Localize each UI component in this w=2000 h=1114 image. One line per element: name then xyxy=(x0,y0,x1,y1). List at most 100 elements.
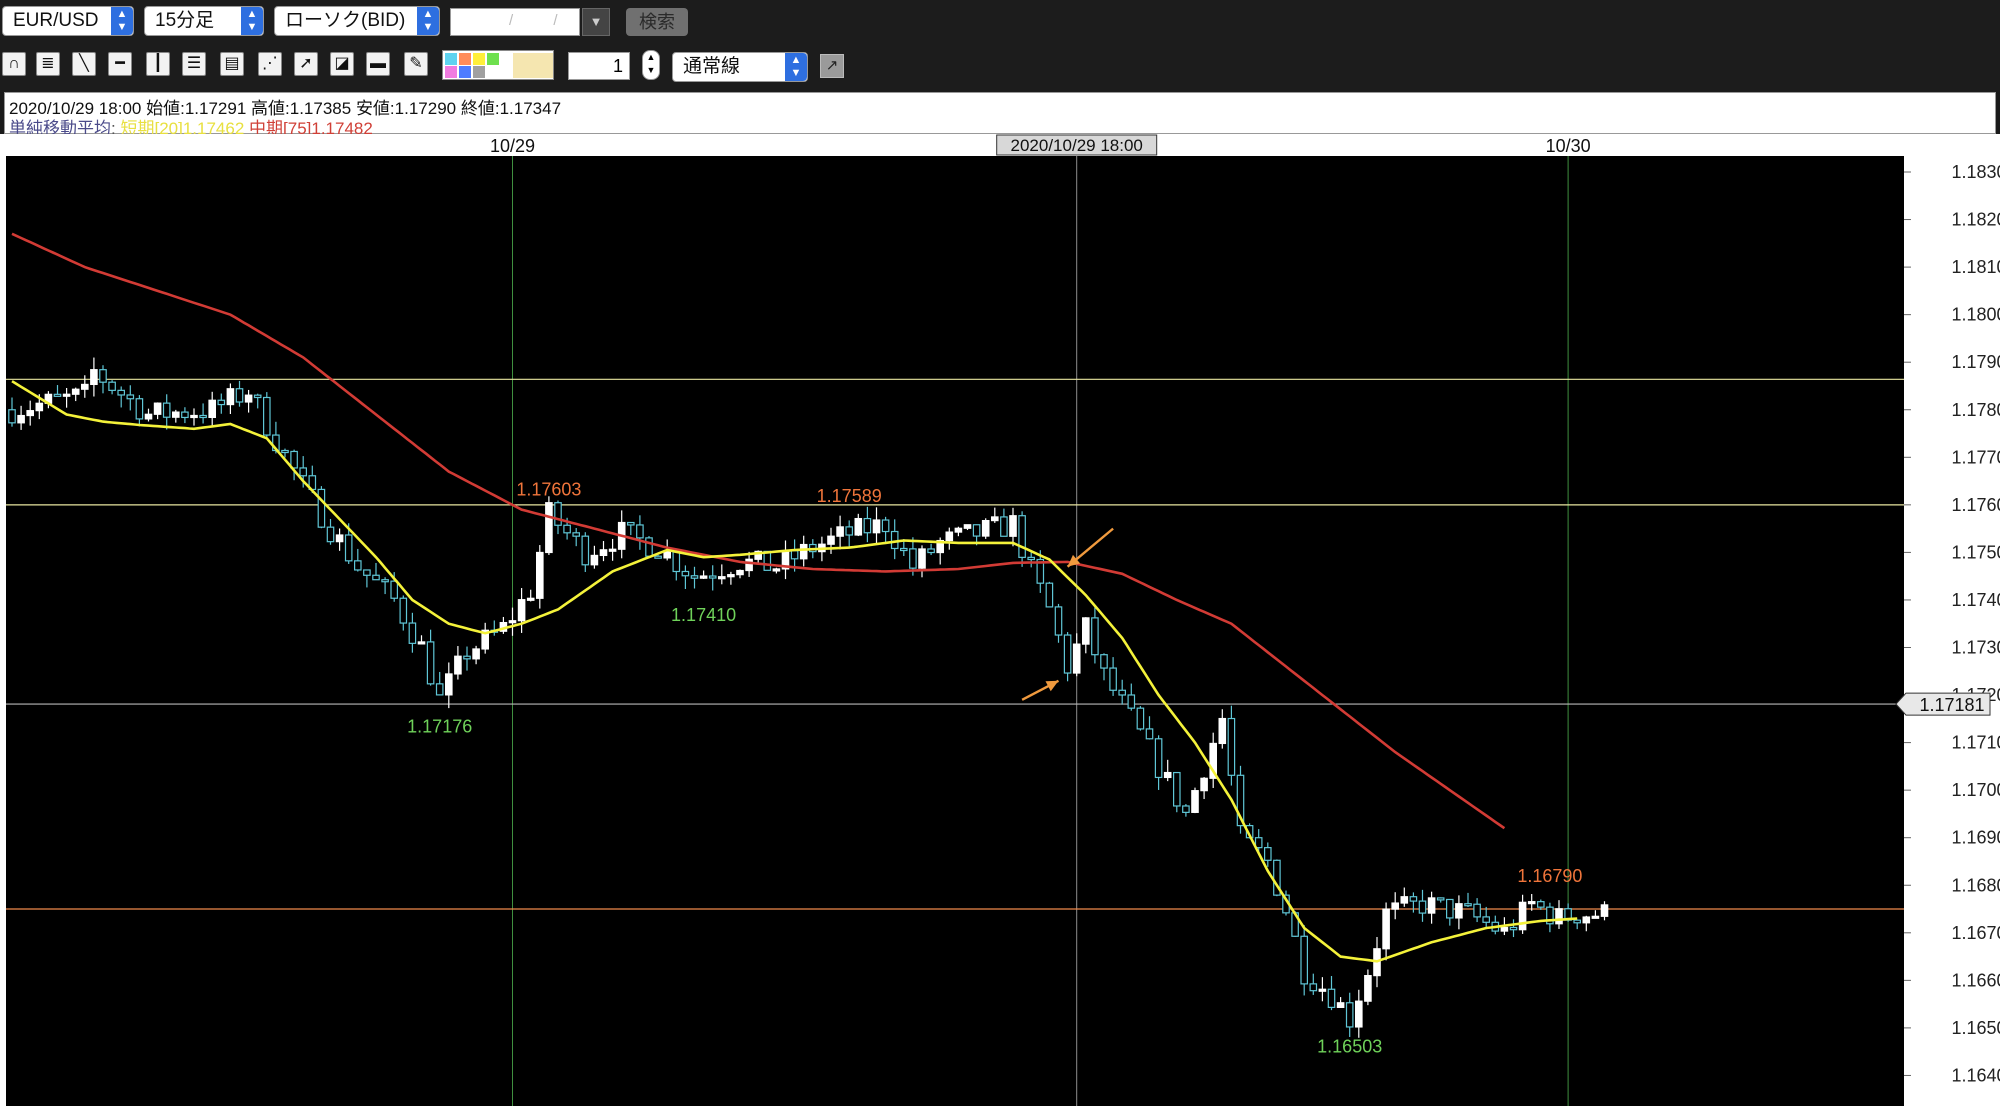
candle-body xyxy=(363,569,371,576)
y-tick-label: 1.16600 xyxy=(1951,970,2000,990)
candle-body xyxy=(799,543,808,560)
channel-tool-button[interactable]: ▤ xyxy=(220,52,244,76)
diagonal-line-icon: ╲ xyxy=(79,55,89,72)
chart-type-select[interactable]: ローソク(BID) ▲ ▼ xyxy=(274,6,440,36)
candle-body xyxy=(1100,654,1108,669)
candle-body xyxy=(1400,896,1409,904)
candle-body xyxy=(554,502,562,526)
candle-body xyxy=(1473,903,1481,918)
candle-body xyxy=(1027,556,1036,561)
line-type-select-label: 通常線 xyxy=(683,56,741,77)
candle-body xyxy=(1263,847,1272,861)
candle-body xyxy=(717,576,726,580)
search-button[interactable]: 検索 xyxy=(626,8,688,36)
color-swatch[interactable] xyxy=(487,53,499,65)
candle-body xyxy=(963,524,972,529)
candle-body xyxy=(299,467,308,477)
trendline-tool-button[interactable]: ╲ xyxy=(72,52,96,76)
candle-body xyxy=(1118,689,1127,696)
candle-body xyxy=(417,641,426,645)
fibonacci-tool-button[interactable]: ☰ xyxy=(182,52,206,76)
candle-body xyxy=(1145,728,1154,740)
candle-body xyxy=(454,655,462,675)
candle-body xyxy=(1009,515,1017,537)
color-swatch[interactable] xyxy=(473,66,485,78)
candle-body xyxy=(863,517,872,534)
y-tick-label: 1.16500 xyxy=(1951,1018,2000,1038)
color-swatch[interactable] xyxy=(445,53,457,65)
price-annotation: 1.17176 xyxy=(407,716,472,736)
timeframe-select[interactable]: 15分足 ▲ ▼ xyxy=(144,6,264,36)
y-tick-label: 1.17800 xyxy=(1951,400,2000,420)
stepper-arrows-icon: ▲ ▼ xyxy=(646,52,656,75)
fibonacci-icon: ☰ xyxy=(186,55,202,72)
candle-body xyxy=(190,414,198,419)
candle-body xyxy=(845,526,854,536)
hline-tool-button[interactable]: ━ xyxy=(108,52,132,76)
color-swatch[interactable] xyxy=(513,53,553,78)
candle-body xyxy=(181,411,189,419)
candle-body xyxy=(1500,926,1509,932)
count-input[interactable]: 1 xyxy=(568,52,630,80)
crosshair-price-label: 1.17181 xyxy=(1919,695,1984,715)
color-swatch[interactable] xyxy=(473,53,485,65)
candle-body xyxy=(1582,916,1591,924)
y-tick-label: 1.17500 xyxy=(1951,542,2000,562)
candle-body xyxy=(645,537,653,557)
candle-body xyxy=(599,549,608,557)
candle-body xyxy=(517,599,526,622)
candle-body xyxy=(899,547,908,552)
candle-body xyxy=(263,396,271,436)
candle-body xyxy=(408,622,417,644)
popout-button[interactable]: ↗ xyxy=(820,54,844,78)
candle-body xyxy=(217,399,226,406)
candle-body xyxy=(1318,988,1327,992)
color-swatch[interactable] xyxy=(459,66,471,78)
candle-body xyxy=(1391,902,1400,910)
delete-tool-button[interactable]: ▬ xyxy=(366,52,390,76)
color-swatch[interactable] xyxy=(445,66,457,78)
channel-icon: ▤ xyxy=(224,55,240,72)
candle-body xyxy=(135,398,144,420)
candle-body xyxy=(872,519,881,534)
candle-body xyxy=(326,526,335,543)
candle-body xyxy=(399,597,408,624)
pointer-tool-button[interactable]: ➚ xyxy=(294,52,318,76)
candlestick-chart[interactable]: 1.17603 1.17410 1.17589 1.17176 1.16503 1.167… xyxy=(0,134,2000,1114)
line-type-select[interactable]: 通常線 ▲ ▼ xyxy=(672,52,808,82)
candle-body xyxy=(35,402,44,412)
timeframe-select-label: 15分足 xyxy=(155,10,215,31)
candle-body xyxy=(1000,516,1008,537)
count-stepper[interactable]: ▲ ▼ xyxy=(642,50,660,80)
candle-body xyxy=(1136,707,1145,730)
color-swatch[interactable] xyxy=(501,53,513,65)
candle-body xyxy=(590,554,599,566)
candle-body xyxy=(99,369,107,383)
candle-body xyxy=(1455,903,1463,919)
candle-body xyxy=(153,402,162,415)
candle-body xyxy=(1091,617,1099,656)
color-swatch[interactable] xyxy=(459,53,471,65)
y-tick-label: 1.17900 xyxy=(1951,352,2000,372)
y-tick-label: 1.18300 xyxy=(1951,162,2000,182)
candle-body xyxy=(8,409,16,424)
candle-body xyxy=(344,534,353,562)
candle-body xyxy=(1464,903,1472,907)
edit-tool-button[interactable]: ✎ xyxy=(404,52,428,76)
candle-body xyxy=(663,551,672,559)
candle-body xyxy=(435,683,444,696)
magnet-tool-button[interactable]: ∩ xyxy=(2,52,26,76)
vline-tool-button[interactable]: ┃ xyxy=(146,52,170,76)
low-value: 1.17290 xyxy=(394,99,457,118)
eraser-tool-button[interactable]: ◪ xyxy=(330,52,354,76)
date-input[interactable]: / / xyxy=(450,8,580,36)
symbol-select[interactable]: EUR/USD ▲ ▼ xyxy=(2,6,134,36)
candle-body xyxy=(1072,643,1081,674)
text-tool-button[interactable]: ≣ xyxy=(36,52,60,76)
candle-body xyxy=(690,575,699,579)
candle-body xyxy=(736,569,744,576)
fan-tool-button[interactable]: ⋰ xyxy=(258,52,282,76)
triangle-down-icon: ▼ xyxy=(589,14,603,29)
candle-body xyxy=(1172,771,1181,807)
date-dropdown-button[interactable]: ▼ xyxy=(582,8,610,36)
